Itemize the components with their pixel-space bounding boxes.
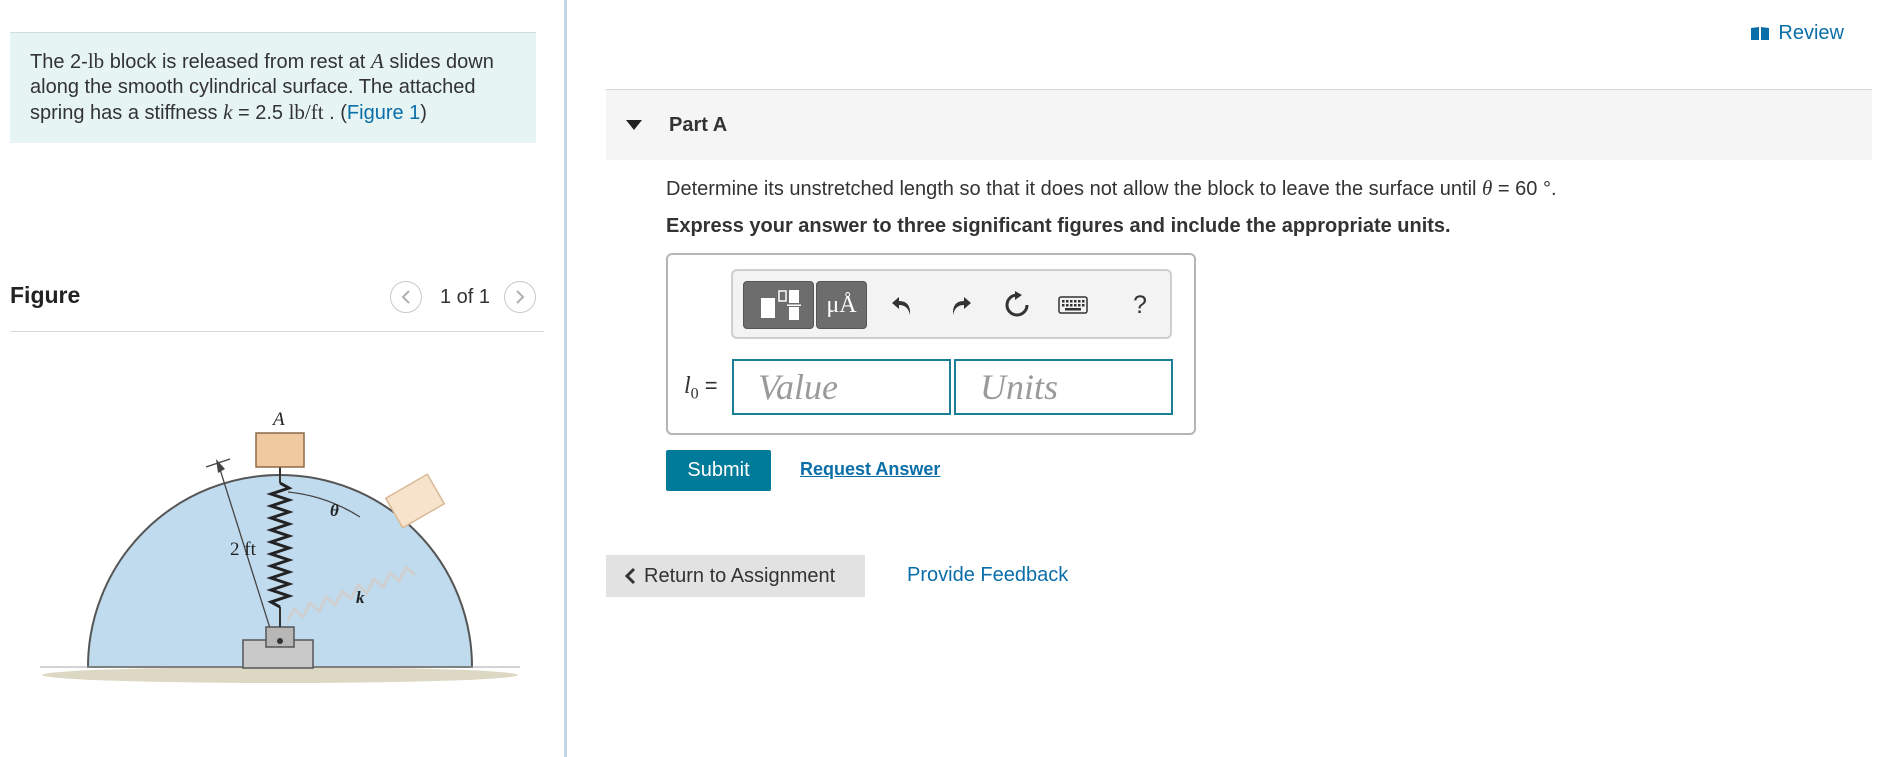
review-link[interactable]: Review <box>1750 22 1844 45</box>
answer-box: μÅ ? l0 = Value Units <box>666 253 1196 435</box>
theta-symbol: θ <box>1482 176 1493 200</box>
problem-text-2: block is released from rest at <box>104 51 371 73</box>
provide-feedback-link[interactable]: Provide Feedback <box>907 564 1068 587</box>
lhs-variable: l <box>684 373 691 399</box>
help-button[interactable]: ? <box>1125 281 1155 329</box>
pane-splitter[interactable] <box>564 0 567 757</box>
answer-lhs: l0 = <box>684 373 718 403</box>
submit-button[interactable]: Submit <box>666 450 771 491</box>
question-text-1: Determine its unstretched length so that… <box>666 178 1483 200</box>
stiffness-value: = 2.5 <box>232 102 289 124</box>
chevron-right-icon[interactable] <box>504 281 537 313</box>
question-text-2: = 60 °. <box>1492 178 1557 200</box>
templates-button[interactable] <box>743 281 814 329</box>
lhs-subscript: 0 <box>690 385 699 403</box>
point-a-symbol: A <box>370 49 384 73</box>
return-to-assignment-button[interactable]: Return to Assignment <box>606 555 865 597</box>
part-a-header[interactable]: Part A <box>606 89 1872 160</box>
figure-pager: 1 of 1 <box>390 281 537 313</box>
figure-title: Figure <box>10 282 81 308</box>
part-title: Part A <box>669 114 728 136</box>
value-input[interactable] <box>732 359 951 415</box>
stiffness-unit: lb/ft <box>288 100 324 124</box>
reset-button[interactable] <box>997 281 1037 329</box>
weight-unit: lb <box>87 49 105 73</box>
figure-image: 2 ft θ A k <box>40 409 520 683</box>
redo-button[interactable] <box>940 281 980 329</box>
request-answer-link[interactable]: Request Answer <box>800 459 940 480</box>
keyboard-button[interactable] <box>1053 281 1093 329</box>
return-label: Return to Assignment <box>644 564 836 587</box>
caret-down-icon[interactable] <box>626 120 642 130</box>
keyboard-icon <box>1058 296 1088 314</box>
undo-icon <box>892 297 911 315</box>
spring-label: k <box>356 588 365 607</box>
undo-button[interactable] <box>883 281 923 329</box>
radius-label: 2 ft <box>230 539 257 560</box>
figure-page-count: 1 of 1 <box>440 285 491 308</box>
block-at-a <box>255 432 305 468</box>
problem-statement: The 2-lb block is released from rest at … <box>10 32 536 143</box>
angle-label: θ <box>330 501 339 520</box>
problem-text-5: ) <box>420 102 427 124</box>
problem-text-4: . ( <box>323 102 347 124</box>
figure-link[interactable]: Figure 1 <box>347 102 420 124</box>
math-toolbar: μÅ ? <box>731 269 1172 339</box>
book-icon <box>1751 27 1770 40</box>
chevron-left-icon[interactable] <box>390 281 422 313</box>
stiffness-symbol: k <box>223 100 233 124</box>
problem-text-1: The 2- <box>30 51 88 73</box>
ground-shadow <box>42 667 518 683</box>
answer-instruction: Express your answer to three significant… <box>666 215 1451 237</box>
lhs-equals: = <box>698 373 718 398</box>
question-text: Determine its unstretched length so that… <box>666 176 1557 201</box>
templates-icon <box>760 290 801 320</box>
units-input[interactable] <box>954 359 1173 415</box>
units-button[interactable]: μÅ <box>816 281 867 329</box>
review-label: Review <box>1778 22 1844 44</box>
figure-divider <box>10 331 544 332</box>
chevron-left-icon <box>624 567 636 585</box>
reset-icon <box>1005 291 1029 317</box>
point-a-label: A <box>271 409 285 430</box>
redo-icon <box>952 297 971 315</box>
